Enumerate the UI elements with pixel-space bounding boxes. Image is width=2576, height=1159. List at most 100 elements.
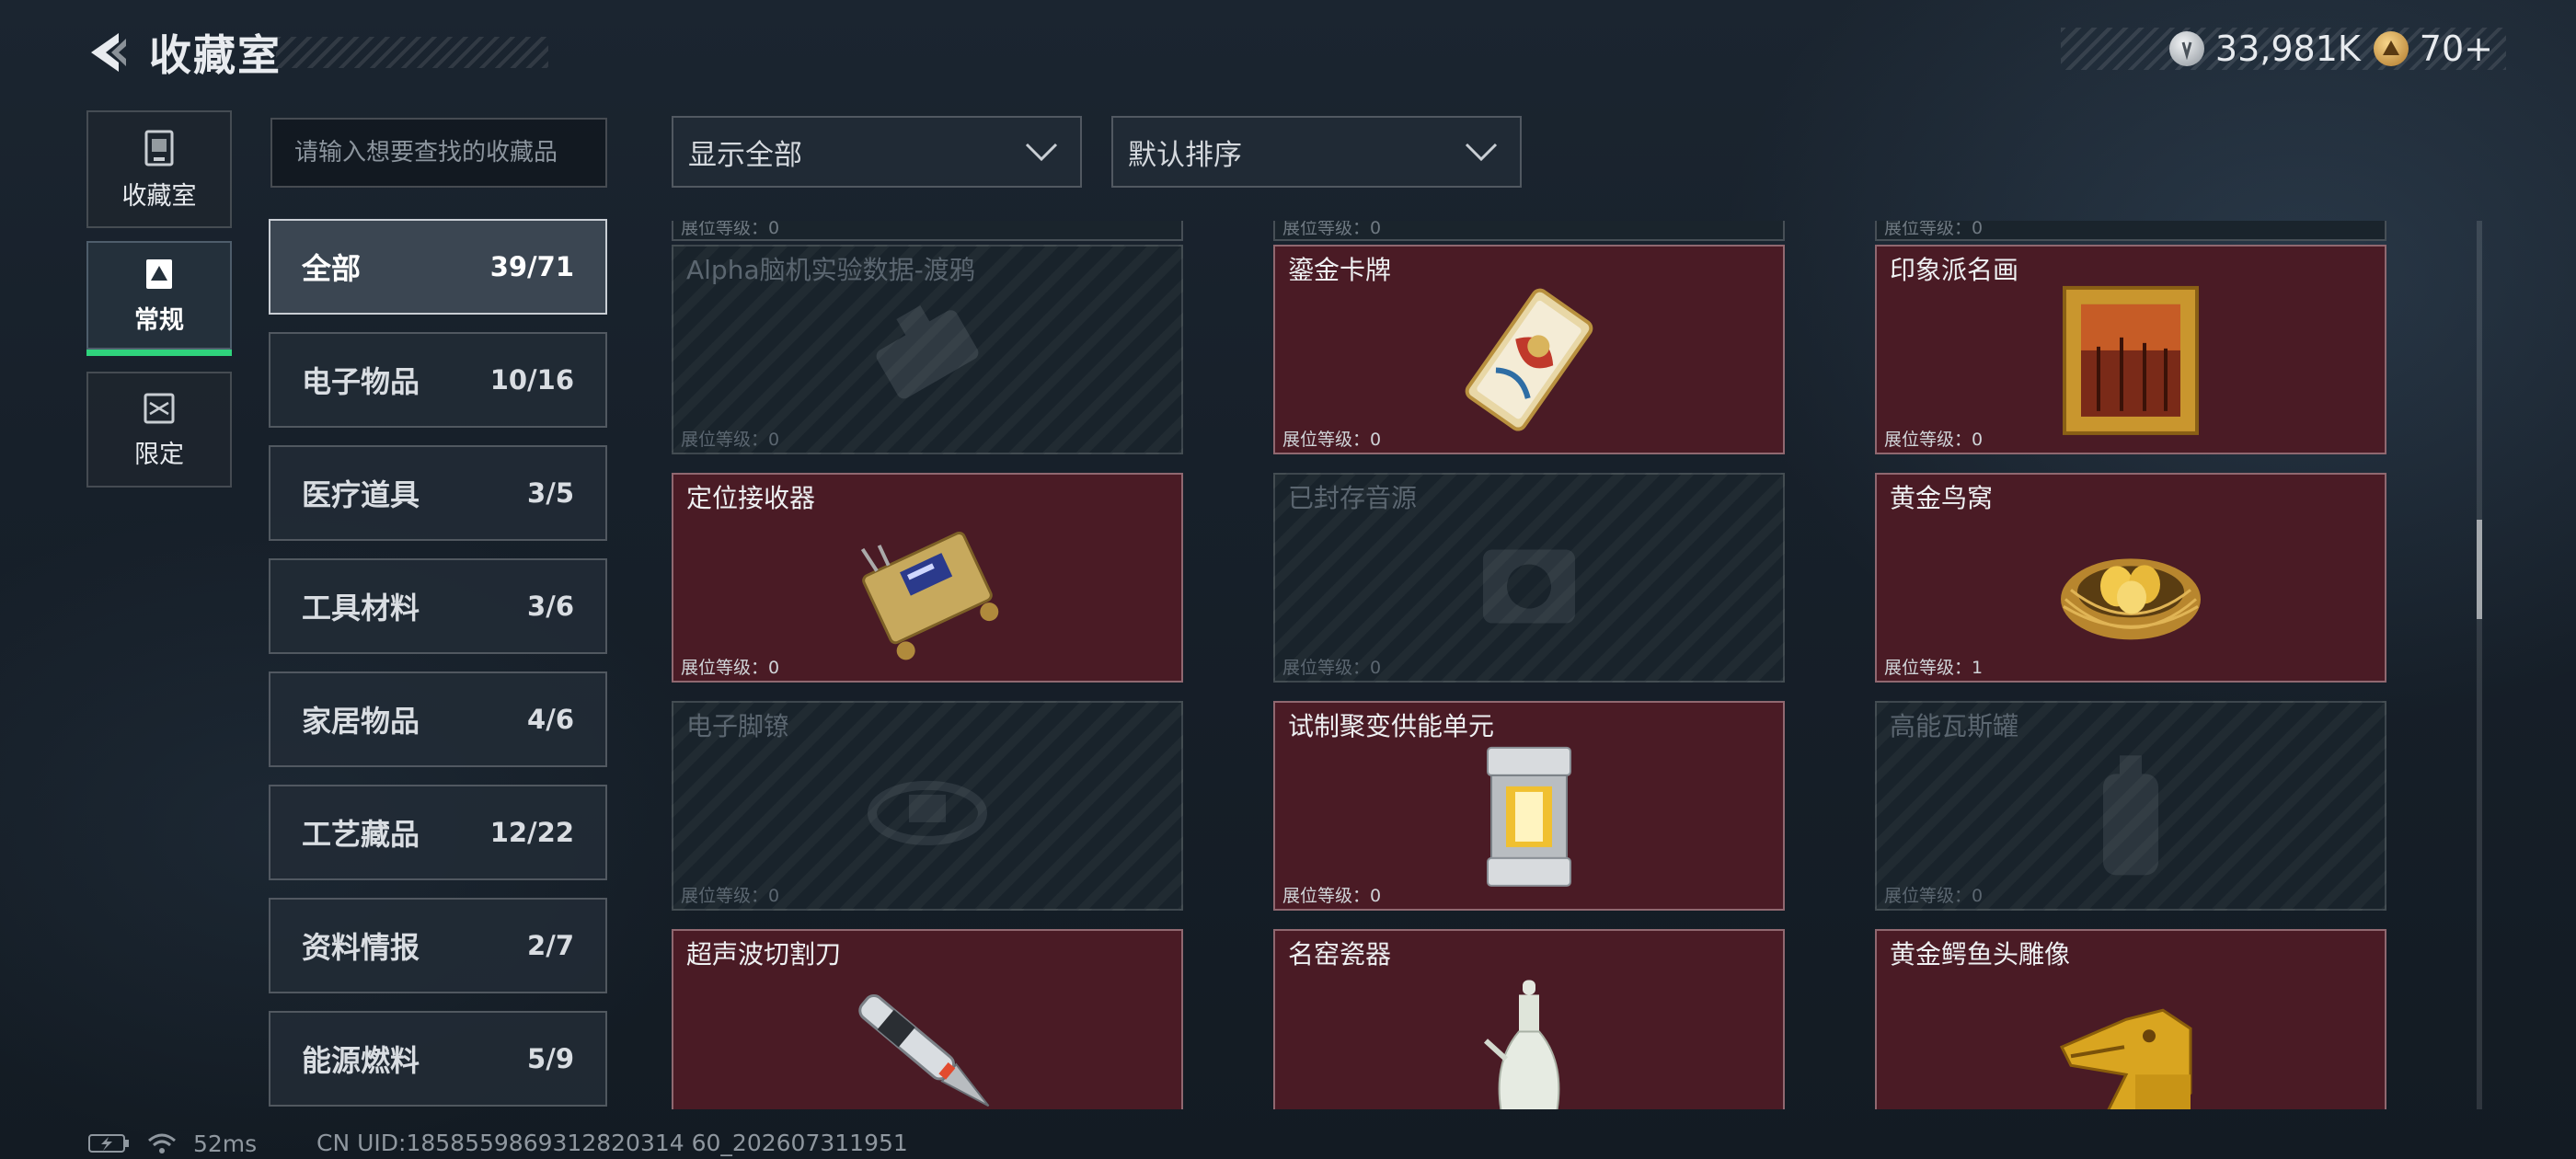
ping-value: 52ms (193, 1130, 258, 1157)
scrollbar-track[interactable] (2477, 221, 2482, 1109)
ultrasonic-cutter-icon (849, 973, 1006, 1109)
nav-label: 常规 (134, 305, 184, 335)
item-name: Alpha脑机实验数据-渡鸦 (686, 255, 975, 285)
brain-data-drive-icon (845, 290, 1010, 431)
scrollbar-thumb[interactable] (2477, 520, 2482, 619)
category-count: 39/71 (489, 251, 574, 282)
display-level: 展位等级：0 (681, 221, 780, 238)
category-name: 工具材料 (302, 591, 420, 625)
item-name: 鎏金卡牌 (1288, 255, 1392, 285)
item-name: 名窑瓷器 (1288, 939, 1392, 970)
partial-card: 展位等级：0 (1875, 221, 2386, 241)
currency-silver[interactable]: 33,981K (2168, 29, 2361, 69)
item-name: 试制聚变供能单元 (1288, 711, 1495, 741)
chevron-down-icon (1465, 143, 1498, 162)
category-medical[interactable]: 医疗道具 3/5 (269, 445, 607, 541)
currency-bar: 33,981K 70+ (2061, 28, 2506, 70)
regular-card-icon (146, 258, 172, 289)
nav-collection-room[interactable]: 收藏室 (86, 110, 232, 228)
display-level: 展位等级：0 (681, 430, 780, 450)
item-card[interactable]: 印象派名画 展位等级：0 (1875, 245, 2386, 454)
silver-amount: 33,981K (2214, 29, 2361, 69)
category-tools[interactable]: 工具材料 3/6 (269, 558, 607, 654)
golden-nest-icon (2053, 518, 2209, 660)
category-name: 工艺藏品 (302, 817, 420, 852)
battery-charging-icon (88, 1134, 129, 1153)
item-card[interactable]: 高能瓦斯罐 展位等级：0 (1875, 701, 2386, 911)
currency-gold[interactable]: 70+ (2373, 29, 2493, 69)
category-count: 5/9 (527, 1043, 574, 1074)
category-count: 3/5 (527, 477, 574, 509)
display-level: 展位等级：0 (1282, 221, 1382, 238)
item-name: 电子脚镣 (686, 711, 790, 741)
category-electronics[interactable]: 电子物品 10/16 (269, 332, 607, 428)
gps-receiver-icon (845, 514, 1010, 665)
header: 收藏室 (83, 20, 282, 85)
porcelain-vase-icon (1478, 976, 1580, 1109)
display-level: 展位等级：0 (1282, 886, 1382, 906)
sort-value: 默认排序 (1128, 138, 1242, 172)
wifi-icon (148, 1133, 176, 1153)
category-all[interactable]: 全部 39/71 (269, 219, 607, 315)
display-level: 展位等级：0 (681, 886, 780, 906)
category-intel[interactable]: 资料情报 2/7 (269, 898, 607, 993)
category-count: 4/6 (527, 704, 574, 735)
item-card[interactable]: 黄金鳄鱼头雕像 (1875, 929, 2386, 1109)
item-name: 黄金鳄鱼头雕像 (1890, 939, 2071, 970)
category-name: 全部 (302, 251, 362, 286)
category-count: 10/16 (489, 364, 574, 396)
filter-value: 显示全部 (688, 138, 802, 172)
nav-limited[interactable]: 限定 (86, 372, 232, 488)
item-card[interactable]: 名窑瓷器 (1273, 929, 1785, 1109)
item-name: 定位接收器 (686, 483, 816, 513)
display-level: 展位等级：0 (1282, 658, 1382, 678)
back-arrow-icon (91, 33, 126, 72)
category-name: 电子物品 (302, 364, 420, 399)
chevron-down-icon (1025, 143, 1058, 162)
gas-canister-icon (2076, 746, 2186, 888)
limited-card-icon (144, 393, 175, 423)
nav-label: 限定 (134, 440, 184, 469)
item-card[interactable]: 定位接收器 展位等级：0 (672, 473, 1183, 683)
sort-dropdown[interactable]: 默认排序 (1111, 116, 1522, 188)
display-level: 展位等级：0 (1884, 221, 1984, 238)
electronic-anklet-icon (854, 758, 1001, 872)
item-card[interactable]: 已封存音源 展位等级：0 (1273, 473, 1785, 683)
item-name: 超声波切割刀 (686, 939, 842, 970)
item-card[interactable]: Alpha脑机实验数据-渡鸦 展位等级：0 (672, 245, 1183, 454)
item-card[interactable]: 黄金鸟窝 展位等级：1 (1875, 473, 2386, 683)
display-level: 展位等级：0 (681, 658, 780, 678)
uid-text: CN UID:1858559869312820314 60_2026073119… (316, 1130, 908, 1156)
category-crafts[interactable]: 工艺藏品 12/22 (269, 785, 607, 880)
sealed-audio-icon (1455, 522, 1603, 655)
golden-crocodile-head-icon (2053, 982, 2209, 1109)
gilded-card-icon (1451, 286, 1607, 437)
category-name: 家居物品 (302, 704, 420, 739)
search-input[interactable] (270, 118, 607, 188)
category-energy[interactable]: 能源燃料 5/9 (269, 1011, 607, 1107)
item-name: 黄金鸟窝 (1890, 483, 1994, 513)
status-bar: 52ms (88, 1128, 257, 1159)
nav-label: 收藏室 (121, 181, 197, 211)
category-name: 能源燃料 (302, 1043, 420, 1078)
item-name: 印象派名画 (1890, 255, 2019, 285)
item-name: 高能瓦斯罐 (1890, 711, 2019, 741)
partial-card: 展位等级：0 (1273, 221, 1785, 241)
back-button[interactable] (83, 27, 134, 78)
category-count: 3/6 (527, 591, 574, 622)
display-level: 展位等级：0 (1884, 430, 1984, 450)
category-household[interactable]: 家居物品 4/6 (269, 671, 607, 767)
display-level: 展位等级：1 (1884, 658, 1984, 678)
item-card[interactable]: 电子脚镣 展位等级：0 (672, 701, 1183, 911)
title-decoration (276, 37, 548, 68)
item-card[interactable]: 超声波切割刀 (672, 929, 1183, 1109)
fusion-cell-icon (1478, 739, 1580, 899)
silver-coin-icon (2168, 31, 2204, 66)
item-card[interactable]: 试制聚变供能单元 展位等级：0 (1273, 701, 1785, 911)
display-level: 展位等级：0 (1282, 430, 1382, 450)
filter-dropdown[interactable]: 显示全部 (672, 116, 1082, 188)
partial-card: 展位等级：0 (672, 221, 1183, 241)
category-name: 医疗道具 (302, 477, 420, 512)
nav-regular[interactable]: 常规 (86, 241, 232, 350)
item-card[interactable]: 鎏金卡牌 展位等级：0 (1273, 245, 1785, 454)
